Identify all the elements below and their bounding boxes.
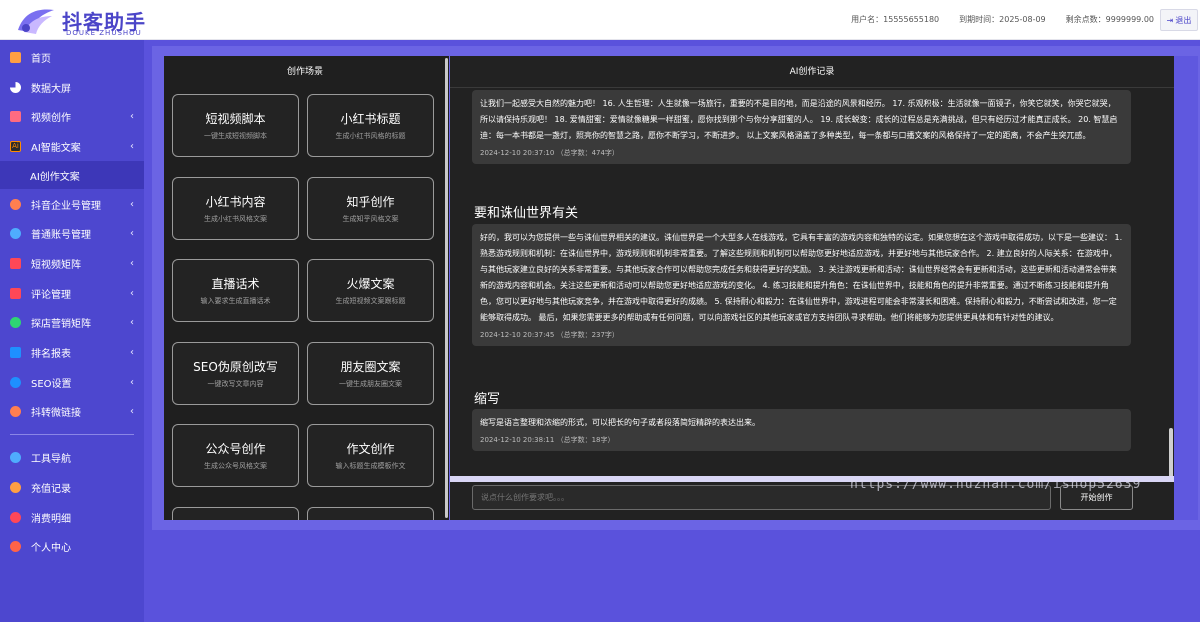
top-header: 抖客助手 DOUKE ZHUSHOU 用户名：15555655180 到期时间：… [0, 0, 1200, 40]
record-answer: 让我们一起感受大自然的魅力吧！ 16. 人生哲理：人生就像一场旅行，重要的不是目… [472, 90, 1131, 164]
tool-icon [10, 451, 21, 463]
matrix-icon [10, 257, 21, 269]
chevron-left-icon: ‹ [130, 198, 134, 210]
chevron-left-icon: ‹ [130, 405, 134, 417]
watermark-text: https://www.huzhan.com/ishop52639 [850, 477, 1142, 492]
chevron-left-icon: ‹ [130, 257, 134, 269]
sidebar-divider [10, 434, 134, 435]
points-info: 剩余点数：9999999.00 [1065, 15, 1154, 24]
scene-scrollbar-thumb[interactable] [445, 58, 448, 518]
sidebar-item-shop[interactable]: 探店营销矩阵 ‹ [0, 308, 144, 336]
scene-card-xhs-content[interactable]: 小红书内容 生成小红书风格文案 [172, 177, 299, 240]
video-icon [10, 110, 21, 122]
enterprise-icon [10, 198, 21, 210]
sidebar-item-consume[interactable]: 消费明细 [0, 503, 144, 531]
logo-subtitle: DOUKE ZHUSHOU [66, 29, 142, 37]
link-icon [10, 405, 21, 417]
record-panel-title: AI创作记录 [789, 67, 835, 77]
shop-icon [10, 316, 21, 328]
scene-card-seo-rewrite[interactable]: SEO伪原创改写 一键改写文章内容 [172, 342, 299, 405]
sidebar-item-ai-create[interactable]: AI创作文案 [0, 161, 144, 189]
sidebar-item-user[interactable]: 个人中心 [0, 532, 144, 560]
scene-card-moments[interactable]: 朋友圈文案 一键生成朋友圈文案 [307, 342, 434, 405]
chevron-left-icon: ‹ [130, 227, 134, 239]
account-icon [10, 227, 21, 239]
sidebar-item-enterprise[interactable]: 抖音企业号管理 ‹ [0, 190, 144, 218]
record-header-divider [450, 87, 1174, 88]
chevron-left-icon: ‹ [130, 316, 134, 328]
chevron-down-icon: ‹ [130, 140, 134, 152]
user-info: 用户名：15555655180 到期时间：2025-08-09 剩余点数：999… [851, 14, 1154, 25]
user-icon [10, 540, 21, 552]
sidebar-item-tools[interactable]: 工具导航 [0, 443, 144, 471]
logout-button[interactable]: ⇥ 退出 [1160, 9, 1198, 31]
sidebar-item-matrix[interactable]: 短视频矩阵 ‹ [0, 249, 144, 277]
sidebar-item-dashboard[interactable]: 数据大屏 [0, 73, 144, 101]
logo[interactable]: 抖客助手 DOUKE ZHUSHOU [6, 4, 146, 38]
chevron-left-icon: ‹ [130, 110, 134, 122]
recharge-icon [10, 481, 21, 493]
record-panel: AI创作记录 让我们一起感受大自然的魅力吧！ 16. 人生哲理：人生就像一场旅行… [450, 56, 1174, 520]
logout-icon: ⇥ [1166, 15, 1174, 25]
ai-icon: Ai [10, 140, 21, 152]
scene-card-xhs-title[interactable]: 小红书标题 生成小红书风格的标题 [307, 94, 434, 157]
scene-card-hot-copy[interactable]: 火爆文案 生成短视频文案跟标题 [307, 259, 434, 322]
scene-scrollbar[interactable] [444, 56, 449, 520]
sidebar-item-home[interactable]: 首页 [0, 43, 144, 71]
comment-icon [10, 287, 21, 299]
scene-card-zhihu[interactable]: 知乎创作 生成知乎风格文案 [307, 177, 434, 240]
pie-chart-icon [10, 81, 21, 93]
scene-card-live-script[interactable]: 直播话术 输入要求生成直播话术 [172, 259, 299, 322]
record-question: 缩写 [474, 392, 501, 407]
scene-card-more-2[interactable] [307, 507, 434, 520]
sidebar-item-rank[interactable]: 排名报表 ‹ [0, 338, 144, 366]
expire-info: 到期时间：2025-08-09 [959, 15, 1046, 24]
chevron-left-icon: ‹ [130, 346, 134, 358]
record-question: 要和诛仙世界有关 [474, 206, 579, 221]
rank-icon [10, 346, 21, 358]
record-scrollbar-thumb[interactable] [1169, 428, 1173, 478]
sidebar-item-link[interactable]: 抖转微链接 ‹ [0, 397, 144, 425]
chevron-left-icon: ‹ [130, 287, 134, 299]
home-icon [10, 51, 21, 63]
record-answer: 缩写是语言整理和浓缩的形式，可以把长的句子或者段落简短精辟的表达出来。 2024… [472, 409, 1131, 451]
chevron-left-icon: ‹ [130, 376, 134, 388]
sidebar-item-seo[interactable]: SEO设置 ‹ [0, 368, 144, 396]
logo-icon [18, 9, 54, 34]
seo-icon [10, 376, 21, 388]
sidebar-item-comment[interactable]: 评论管理 ‹ [0, 279, 144, 307]
scene-card-video-script[interactable]: 短视频脚本 一键生成短视频脚本 [172, 94, 299, 157]
record-answer: 好的，我可以为您提供一些与诛仙世界相关的建议。诛仙世界是一个大型多人在线游戏，它… [472, 224, 1131, 346]
username-info: 用户名：15555655180 [851, 15, 940, 24]
sidebar-item-ai-copy[interactable]: Ai AI智能文案 ‹ [0, 132, 144, 160]
sidebar-item-account[interactable]: 普通账号管理 ‹ [0, 219, 144, 247]
scene-card-essay[interactable]: 作文创作 输入标题生成模板作文 [307, 424, 434, 487]
sidebar-item-recharge[interactable]: 充值记录 [0, 473, 144, 501]
scene-panel-title: 创作场景 [286, 67, 323, 77]
content-right-gutter [1174, 56, 1198, 520]
scene-card-official-account[interactable]: 公众号创作 生成公众号风格文案 [172, 424, 299, 487]
scene-panel: 创作场景 短视频脚本 一键生成短视频脚本 小红书标题 生成小红书风格的标题 小红书内… [164, 56, 446, 520]
sidebar-item-video[interactable]: 视频创作 ‹ [0, 102, 144, 130]
consume-icon [10, 511, 21, 523]
sidebar: 首页 数据大屏 视频创作 ‹ Ai AI智能文案 ‹ AI创作文案 抖音企业号管… [0, 40, 144, 622]
scene-card-more-1[interactable] [172, 507, 299, 520]
